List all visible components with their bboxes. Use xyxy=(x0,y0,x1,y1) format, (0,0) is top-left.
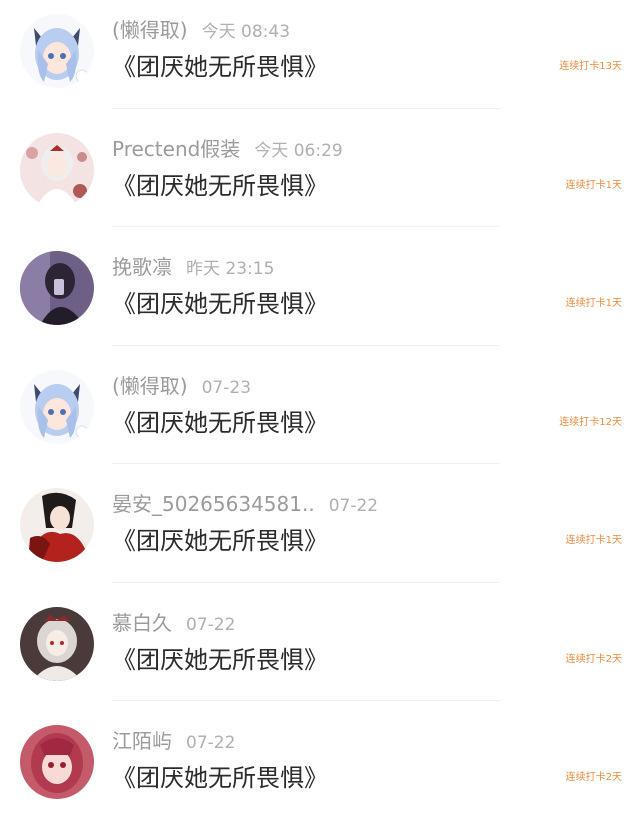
user-name[interactable]: 挽歌凛 xyxy=(112,255,172,279)
avatar-girl-white-lace-image xyxy=(20,606,94,681)
avatar-girl-red-hair-image xyxy=(20,725,94,799)
streak-badge: 连续打卡12天 xyxy=(559,416,622,428)
divider xyxy=(112,700,500,701)
item-meta: (懒得取) 07-23 xyxy=(112,372,251,400)
avatar-man-red-robe-image xyxy=(20,488,94,562)
avatar[interactable] xyxy=(20,606,94,681)
avatar[interactable] xyxy=(20,488,94,562)
user-name[interactable]: 慕白久 xyxy=(112,611,172,635)
item-meta: 慕白久 07-22 xyxy=(112,609,235,637)
book-title[interactable]: 《团厌她无所畏惧》 xyxy=(112,524,328,558)
user-name[interactable]: 江陌屿 xyxy=(112,729,172,753)
streak-badge: 连续打卡2天 xyxy=(565,772,622,783)
book-title[interactable]: 《团厌她无所畏惧》 xyxy=(112,643,328,677)
user-name[interactable]: 晏安_50265634581.. xyxy=(112,492,315,516)
book-title[interactable]: 《团厌她无所畏惧》 xyxy=(112,287,328,321)
list-item[interactable]: 挽歌凛 昨天 23:15 《团厌她无所畏惧》 连续打卡1天 xyxy=(0,237,640,356)
streak-badge: 连续打卡2天 xyxy=(565,653,622,665)
avatar[interactable] xyxy=(20,725,94,799)
post-time: 昨天 23:15 xyxy=(186,259,275,279)
post-time: 今天 08:43 xyxy=(201,22,291,42)
divider xyxy=(112,344,500,346)
book-title[interactable]: 《团厌她无所畏惧》 xyxy=(112,406,328,440)
avatar[interactable] xyxy=(20,132,94,207)
divider xyxy=(112,463,500,464)
user-name[interactable]: Prectend假装 xyxy=(112,137,240,161)
avatar[interactable] xyxy=(20,369,94,444)
item-meta: Prectend假装 今天 06:29 xyxy=(112,135,343,163)
avatar-girl-blue-hair-image xyxy=(20,369,94,444)
list-item[interactable]: (懒得取) 今天 08:43 《团厌她无所畏惧》 连续打卡13天 xyxy=(0,0,640,119)
list-item[interactable]: 晏安_50265634581.. 07-22 《团厌她无所畏惧》 连续打卡1天 xyxy=(0,474,640,593)
avatar[interactable] xyxy=(20,14,94,88)
item-meta: 江陌屿 07-22 xyxy=(112,727,235,755)
book-title[interactable]: 《团厌她无所畏惧》 xyxy=(112,761,328,795)
avatar[interactable] xyxy=(20,251,94,325)
checkin-list: (懒得取) 今天 08:43 《团厌她无所畏惧》 连续打卡13天 Prectend… xyxy=(0,0,640,824)
avatar-dark-figure-image xyxy=(20,251,94,325)
item-meta: 挽歌凛 昨天 23:15 xyxy=(112,253,274,281)
list-item[interactable]: Prectend假装 今天 06:29 《团厌她无所畏惧》 连续打卡1天 xyxy=(0,119,640,238)
avatar-girl-white-dress-image xyxy=(20,132,94,207)
book-title[interactable]: 《团厌她无所畏惧》 xyxy=(112,50,328,84)
book-title[interactable]: 《团厌她无所畏惧》 xyxy=(112,169,328,203)
streak-badge: 连续打卡1天 xyxy=(565,179,622,191)
post-time: 07-23 xyxy=(201,377,252,398)
list-item[interactable]: 慕白久 07-22 《团厌她无所畏惧》 连续打卡2天 xyxy=(0,593,640,712)
list-item[interactable]: 江陌屿 07-22 《团厌她无所畏惧》 连续打卡2天 xyxy=(0,711,640,824)
streak-badge: 连续打卡1天 xyxy=(565,298,622,309)
streak-badge: 连续打卡13天 xyxy=(559,61,622,72)
post-time: 07-22 xyxy=(328,496,379,516)
list-item[interactable]: (懒得取) 07-23 《团厌她无所畏惧》 连续打卡12天 xyxy=(0,356,640,475)
streak-badge: 连续打卡1天 xyxy=(565,535,622,546)
avatar-girl-blue-hair-image xyxy=(20,14,94,88)
divider xyxy=(112,226,500,227)
post-time: 07-22 xyxy=(186,614,236,635)
post-time: 07-22 xyxy=(186,733,236,753)
user-name[interactable]: (懒得取) xyxy=(112,374,188,398)
item-meta: (懒得取) 今天 08:43 xyxy=(112,16,290,44)
divider xyxy=(112,107,500,109)
divider xyxy=(112,581,500,583)
post-time: 今天 06:29 xyxy=(254,140,343,161)
item-meta: 晏安_50265634581.. 07-22 xyxy=(112,490,378,518)
user-name[interactable]: (懒得取) xyxy=(112,18,188,42)
